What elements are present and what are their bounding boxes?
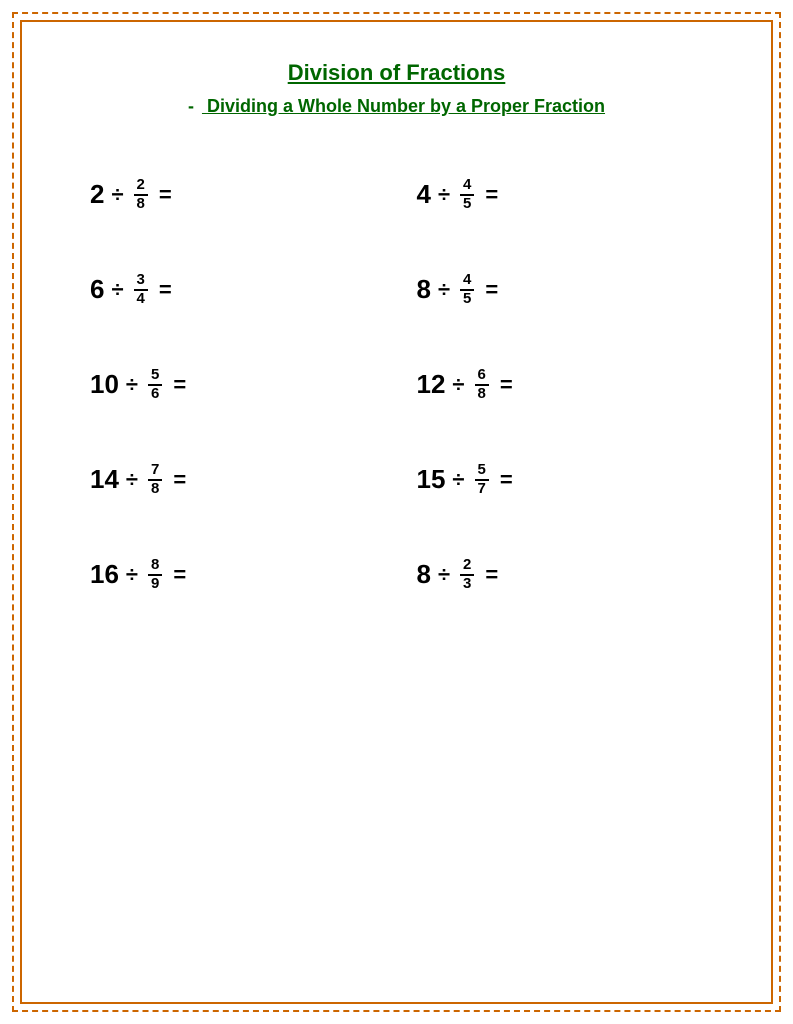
divide-sign-4: ÷ xyxy=(438,277,450,303)
problems-grid: 2 ÷ 2 8 = 4 ÷ 4 5 = 6 ÷ 3 4 = 8 ÷ xyxy=(90,177,703,592)
whole-number-3: 6 xyxy=(90,274,104,305)
denominator-7: 8 xyxy=(148,481,162,498)
problem-8: 15 ÷ 5 7 = xyxy=(417,462,704,497)
fraction-1: 2 8 xyxy=(134,177,148,212)
denominator-3: 4 xyxy=(134,291,148,308)
divide-sign-10: ÷ xyxy=(438,562,450,588)
fraction-8: 5 7 xyxy=(475,462,489,497)
numerator-1: 2 xyxy=(134,177,148,196)
divide-sign-5: ÷ xyxy=(126,372,138,398)
denominator-5: 6 xyxy=(148,386,162,403)
fraction-5: 5 6 xyxy=(148,367,162,402)
problem-9: 16 ÷ 8 9 = xyxy=(90,557,377,592)
denominator-2: 5 xyxy=(460,196,474,213)
equals-sign-4: = xyxy=(485,277,498,303)
fraction-3: 3 4 xyxy=(134,272,148,307)
fraction-4: 4 5 xyxy=(460,272,474,307)
problem-7: 14 ÷ 7 8 = xyxy=(90,462,377,497)
whole-number-6: 12 xyxy=(417,369,446,400)
divide-sign-3: ÷ xyxy=(111,277,123,303)
equals-sign-10: = xyxy=(485,562,498,588)
numerator-7: 7 xyxy=(148,462,162,481)
worksheet-page: Division of Fractions - Dividing a Whole… xyxy=(0,0,793,1024)
equals-sign-2: = xyxy=(485,182,498,208)
equals-sign-1: = xyxy=(159,182,172,208)
whole-number-4: 8 xyxy=(417,274,431,305)
fraction-7: 7 8 xyxy=(148,462,162,497)
numerator-9: 8 xyxy=(148,557,162,576)
fraction-10: 2 3 xyxy=(460,557,474,592)
whole-number-5: 10 xyxy=(90,369,119,400)
equals-sign-8: = xyxy=(500,467,513,493)
problem-6: 12 ÷ 6 8 = xyxy=(417,367,704,402)
denominator-10: 3 xyxy=(460,576,474,593)
problem-3: 6 ÷ 3 4 = xyxy=(90,272,377,307)
divide-sign-7: ÷ xyxy=(126,467,138,493)
numerator-4: 4 xyxy=(460,272,474,291)
problem-10: 8 ÷ 2 3 = xyxy=(417,557,704,592)
numerator-2: 4 xyxy=(460,177,474,196)
problem-1: 2 ÷ 2 8 = xyxy=(90,177,377,212)
problem-4: 8 ÷ 4 5 = xyxy=(417,272,704,307)
subtitle-text: Dividing a Whole Number by a Proper Frac… xyxy=(207,96,605,116)
whole-number-10: 8 xyxy=(417,559,431,590)
page-content: Division of Fractions - Dividing a Whole… xyxy=(50,40,743,612)
denominator-8: 7 xyxy=(475,481,489,498)
equals-sign-3: = xyxy=(159,277,172,303)
denominator-4: 5 xyxy=(460,291,474,308)
denominator-9: 9 xyxy=(148,576,162,593)
whole-number-7: 14 xyxy=(90,464,119,495)
equals-sign-6: = xyxy=(500,372,513,398)
main-title: Division of Fractions xyxy=(90,60,703,86)
numerator-6: 6 xyxy=(475,367,489,386)
denominator-1: 8 xyxy=(134,196,148,213)
numerator-5: 5 xyxy=(148,367,162,386)
whole-number-2: 4 xyxy=(417,179,431,210)
divide-sign-2: ÷ xyxy=(438,182,450,208)
divide-sign-9: ÷ xyxy=(126,562,138,588)
divide-sign-1: ÷ xyxy=(111,182,123,208)
numerator-3: 3 xyxy=(134,272,148,291)
equals-sign-9: = xyxy=(173,562,186,588)
whole-number-9: 16 xyxy=(90,559,119,590)
problem-2: 4 ÷ 4 5 = xyxy=(417,177,704,212)
numerator-8: 5 xyxy=(475,462,489,481)
fraction-9: 8 9 xyxy=(148,557,162,592)
equals-sign-7: = xyxy=(173,467,186,493)
fraction-6: 6 8 xyxy=(475,367,489,402)
fraction-2: 4 5 xyxy=(460,177,474,212)
subtitle-bullet: - xyxy=(188,96,194,117)
denominator-6: 8 xyxy=(475,386,489,403)
whole-number-8: 15 xyxy=(417,464,446,495)
numerator-10: 2 xyxy=(460,557,474,576)
subtitle: - Dividing a Whole Number by a Proper Fr… xyxy=(90,96,703,117)
problem-5: 10 ÷ 5 6 = xyxy=(90,367,377,402)
equals-sign-5: = xyxy=(173,372,186,398)
divide-sign-8: ÷ xyxy=(452,467,464,493)
divide-sign-6: ÷ xyxy=(452,372,464,398)
whole-number-1: 2 xyxy=(90,179,104,210)
